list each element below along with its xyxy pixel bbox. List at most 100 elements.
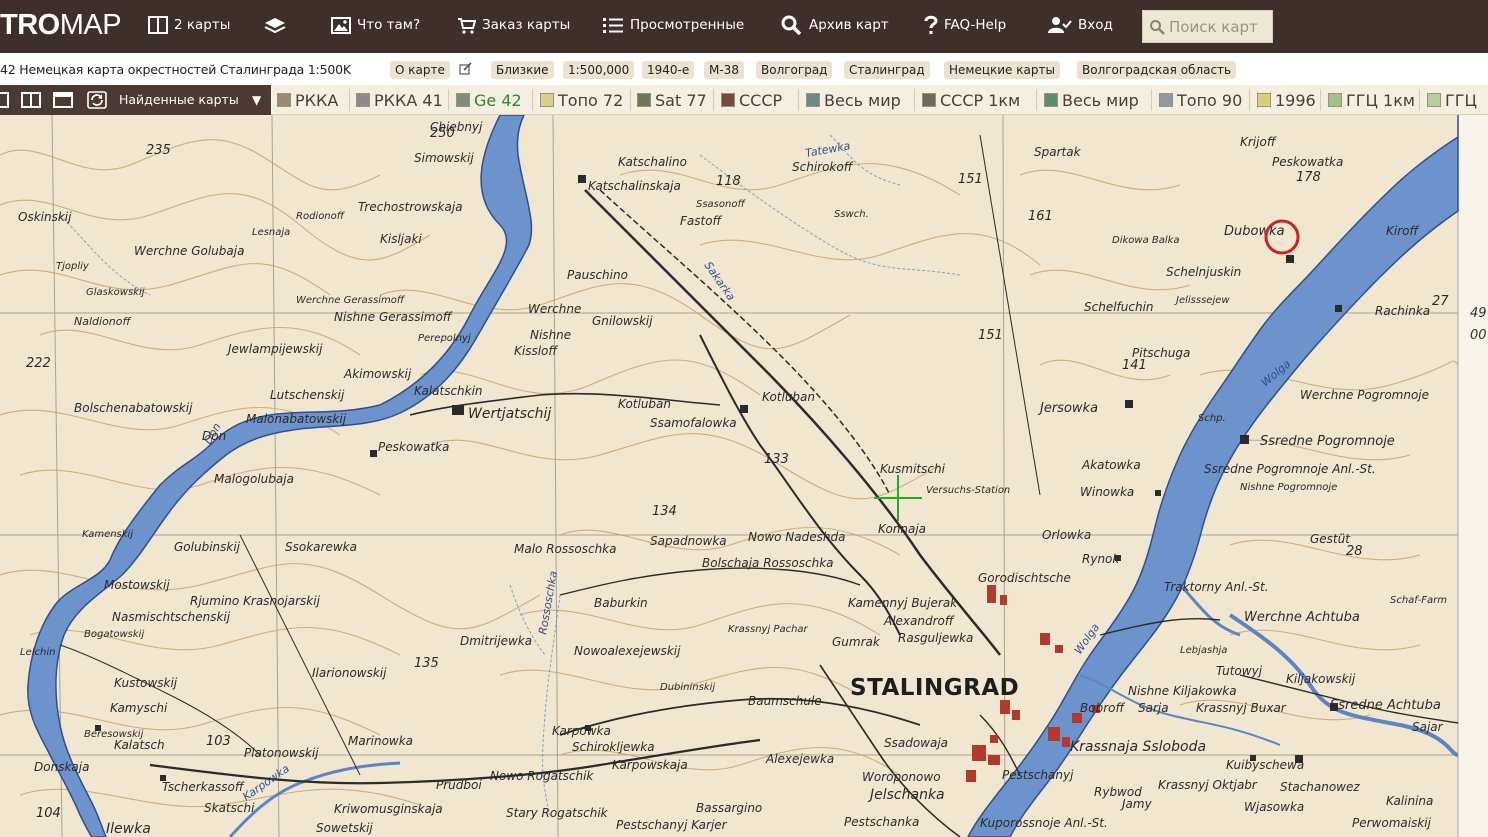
svg-text:Nishne Gerassimoff: Nishne Gerassimoff — [334, 310, 453, 324]
edit-icon[interactable] — [459, 62, 472, 75]
tag-decade[interactable]: 1940-е — [642, 61, 695, 79]
svg-text:49: 49 — [1470, 306, 1487, 321]
svg-text:Jewlampijewskij: Jewlampijewskij — [226, 342, 323, 356]
svg-text:Kotluban: Kotluban — [762, 390, 815, 404]
layer-topo-90[interactable]: Топо 90 — [1159, 89, 1242, 111]
layer-sat-77[interactable]: Sat 77 — [637, 89, 707, 111]
svg-text:Kamennyj Bujerak: Kamennyj Bujerak — [848, 596, 958, 610]
svg-text:Kotluban: Kotluban — [618, 397, 671, 411]
tag-sheet[interactable]: M-38 — [704, 61, 744, 79]
layer-topo-72[interactable]: Топо 72 — [540, 89, 623, 111]
tag-scale[interactable]: 1:500,000 — [563, 61, 635, 79]
svg-text:Alexandroff: Alexandroff — [883, 614, 955, 628]
single-view-icon[interactable] — [0, 91, 10, 109]
svg-text:104: 104 — [36, 806, 61, 821]
svg-text:Krassnyj Oktjabr: Krassnyj Oktjabr — [1158, 778, 1258, 792]
map-image[interactable]: Chiebnyj Simowskij Katschalino Katschali… — [0, 115, 1488, 837]
login-button[interactable]: Вход — [1048, 12, 1113, 38]
found-maps-dropdown[interactable]: Найденные карты — [119, 92, 239, 107]
layer-ge-42[interactable]: Ge 42 — [456, 89, 522, 111]
svg-text:Werchne: Werchne — [528, 302, 581, 316]
svg-text:Alexejewka: Alexejewka — [765, 752, 834, 766]
viewed-button[interactable]: Просмотренные — [602, 12, 744, 38]
svg-text:Wertjatschij: Wertjatschij — [468, 406, 551, 422]
layer-whole-world-2[interactable]: Весь мир — [1044, 89, 1139, 111]
svg-text:Ssredne Achtuba: Ssredne Achtuba — [1330, 698, 1441, 713]
divider — [448, 89, 449, 111]
layers-button[interactable] — [264, 12, 292, 38]
svg-text:Sarja: Sarja — [1138, 701, 1169, 715]
layers-icon — [264, 18, 286, 34]
svg-text:Katschalinskaja: Katschalinskaja — [588, 179, 681, 193]
svg-text:Werchne Golubaja: Werchne Golubaja — [134, 244, 244, 258]
svg-text:Stary Rogatschik: Stary Rogatschik — [506, 806, 609, 820]
layer-thumbnail — [922, 93, 936, 107]
tag-stalingrad[interactable]: Сталинград — [844, 61, 930, 79]
divider — [1151, 89, 1152, 111]
layer-whole-world[interactable]: Весь мир — [806, 89, 901, 111]
svg-text:Malogolubaja: Malogolubaja — [214, 472, 294, 486]
svg-text:Dubowka: Dubowka — [1224, 224, 1285, 239]
svg-text:Rachinka: Rachinka — [1375, 304, 1430, 318]
about-map-link[interactable]: О карте — [390, 61, 450, 79]
layer-thumbnail — [356, 93, 370, 107]
svg-text:250: 250 — [430, 126, 455, 141]
svg-text:Jamy: Jamy — [1120, 797, 1153, 811]
svg-text:Mostowskij: Mostowskij — [104, 578, 170, 592]
layer-thumbnail — [1257, 93, 1271, 107]
svg-text:Kamyschi: Kamyschi — [110, 701, 168, 715]
split-view-icon[interactable] — [21, 91, 41, 109]
svg-text:Pauschino: Pauschino — [567, 268, 628, 282]
tag-volgograd[interactable]: Волгоград — [756, 61, 833, 79]
two-maps-button[interactable]: 2 карты — [148, 12, 230, 38]
svg-text:Wjasowka: Wjasowka — [1244, 800, 1304, 814]
svg-text:Jelschanka: Jelschanka — [867, 787, 945, 803]
divider — [349, 89, 350, 111]
svg-text:Schp.: Schp. — [1198, 413, 1226, 424]
tag-german-maps[interactable]: Немецкие карты — [944, 61, 1060, 79]
search-input[interactable] — [1169, 17, 1269, 36]
svg-text:Ssokarewka: Ssokarewka — [285, 540, 357, 554]
divider — [630, 89, 631, 111]
map-title: 42 Немецкая карта окрестностей Сталингра… — [0, 62, 351, 77]
svg-text:Schirokljewka: Schirokljewka — [572, 740, 655, 754]
svg-text:Akatowka: Akatowka — [1081, 458, 1141, 472]
svg-text:Peskowatka: Peskowatka — [378, 440, 449, 454]
archive-button[interactable]: Архив карт — [781, 12, 889, 38]
svg-text:Bassargino: Bassargino — [696, 801, 762, 815]
layer-ussr-1km[interactable]: СССР 1км — [922, 89, 1020, 111]
layer-ussr[interactable]: СССР — [721, 89, 782, 111]
layer-ggc-1km[interactable]: ГГЦ 1км — [1328, 89, 1415, 111]
svg-text:151: 151 — [978, 328, 1003, 343]
order-map-button[interactable]: Заказ карты — [457, 12, 570, 38]
svg-text:Ssamofalowka: Ssamofalowka — [650, 416, 737, 430]
tag-nearby[interactable]: Близкие — [491, 61, 554, 79]
svg-text:Kamenskij: Kamenskij — [82, 529, 133, 540]
svg-text:Kusmitschi: Kusmitschi — [880, 462, 946, 476]
svg-text:Lelchin: Lelchin — [20, 647, 55, 658]
sync-icon[interactable] — [87, 91, 107, 109]
svg-text:Rodionoff: Rodionoff — [296, 211, 346, 222]
layer-thumbnail — [540, 93, 554, 107]
what-is-there-button[interactable]: Что там? — [331, 12, 420, 38]
search-icon — [1150, 19, 1165, 35]
faq-help-button[interactable]: FAQ-Help — [924, 12, 1006, 38]
svg-text:133: 133 — [764, 452, 789, 467]
layer-rkka[interactable]: РККА — [277, 89, 338, 111]
logo[interactable]: TROMAP — [0, 7, 122, 43]
map-canvas[interactable]: Chiebnyj Simowskij Katschalino Katschali… — [0, 115, 1488, 837]
layer-1996[interactable]: 1996 — [1257, 89, 1316, 111]
svg-text:Malonabatowskij: Malonabatowskij — [246, 412, 347, 426]
svg-text:Trechostrowskaja: Trechostrowskaja — [358, 200, 463, 214]
chevron-down-icon[interactable]: ▼ — [252, 93, 261, 107]
tag-volgograd-region[interactable]: Волгоградская область — [1077, 61, 1237, 79]
svg-text:Nowo Rogatschik: Nowo Rogatschik — [490, 769, 594, 783]
svg-text:Gorodischtsche: Gorodischtsche — [978, 571, 1071, 585]
svg-text:Perepolnyj: Perepolnyj — [418, 333, 471, 344]
layer-rkka-41[interactable]: РККА 41 — [356, 89, 443, 111]
layer-ggc[interactable]: ГГЦ — [1427, 89, 1477, 111]
window-view-icon[interactable] — [53, 91, 73, 109]
layer-thumbnail — [1159, 93, 1173, 107]
svg-text:Bolschaja Rossoschka: Bolschaja Rossoschka — [702, 556, 834, 570]
svg-text:Orlowka: Orlowka — [1042, 528, 1091, 542]
